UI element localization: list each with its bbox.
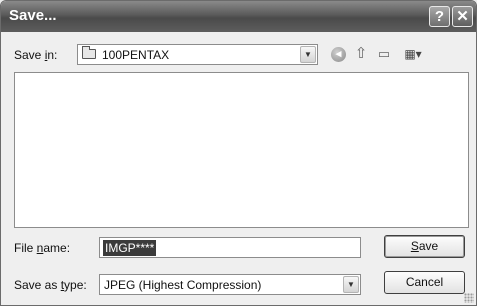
cancel-button[interactable]: Cancel	[384, 271, 465, 294]
save-in-folder-name: 100PENTAX	[102, 48, 170, 62]
save-as-type-dropdown[interactable]: JPEG (Highest Compression) ▼	[99, 274, 361, 295]
close-button[interactable]: ✕	[452, 6, 473, 27]
help-button[interactable]: ?	[429, 6, 450, 27]
view-menu-icon[interactable]: ▦▾	[400, 45, 426, 63]
file-name-label: File name:	[14, 241, 71, 255]
up-one-level-icon[interactable]: ⇧	[352, 45, 370, 63]
save-dialog: Save... ? ✕ Save in: 100PENTAX ▼ ◂ ⇧ ▭ ▦…	[0, 0, 477, 306]
save-as-type-value: JPEG (Highest Compression)	[104, 278, 262, 292]
chevron-down-icon[interactable]: ▼	[300, 46, 316, 63]
back-icon[interactable]: ◂	[331, 47, 346, 62]
save-button[interactable]: Save	[384, 235, 465, 258]
new-folder-icon[interactable]: ▭	[375, 45, 393, 63]
window-title: Save...	[9, 7, 57, 24]
chevron-down-icon[interactable]: ▼	[343, 276, 359, 293]
file-list[interactable]	[14, 72, 469, 228]
file-name-value: IMGP****	[103, 240, 157, 256]
save-in-label: Save in:	[14, 48, 58, 62]
save-in-dropdown[interactable]: 100PENTAX ▼	[77, 44, 318, 65]
file-name-field[interactable]: IMGP****	[99, 237, 361, 258]
resize-grip[interactable]	[464, 293, 474, 303]
folder-icon	[82, 46, 96, 59]
save-as-type-label: Save as type:	[14, 278, 87, 292]
title-bar[interactable]: Save... ? ✕	[1, 1, 476, 32]
